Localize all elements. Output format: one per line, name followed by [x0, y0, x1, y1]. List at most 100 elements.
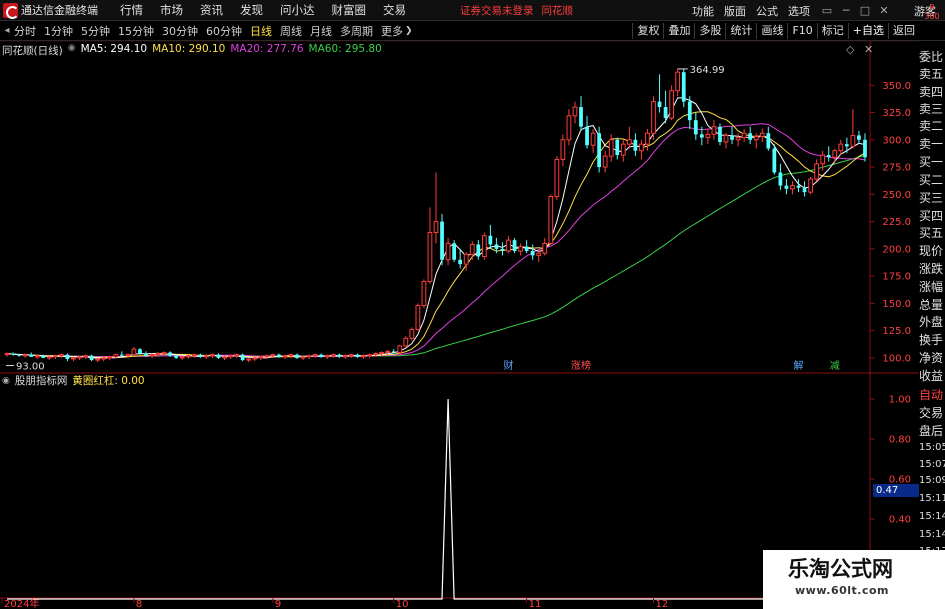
candle-body [784, 185, 789, 189]
menu-discover[interactable]: 发现 [240, 2, 263, 18]
period-15min[interactable]: 15分钟 [118, 23, 154, 39]
close-icon[interactable]: ✕ [877, 4, 891, 18]
event-marker[interactable]: 减 [830, 360, 840, 372]
candles [4, 68, 867, 363]
period-multi[interactable]: 多周期 [340, 23, 373, 39]
candle-body [433, 221, 439, 233]
event-marker[interactable]: 解 [794, 359, 804, 372]
candle-body [494, 244, 499, 249]
candle-body [179, 356, 185, 359]
menu-options[interactable]: 选项 [788, 3, 810, 19]
side-panel-item[interactable]: 外盘 [919, 314, 945, 330]
tool-back[interactable]: 返回 [888, 23, 919, 39]
side-panel-item[interactable]: 换手 [919, 332, 945, 348]
event-marker[interactable]: 财 [504, 359, 514, 372]
candle-body [452, 243, 456, 260]
menu-news[interactable]: 资讯 [200, 2, 223, 18]
menu-quotes[interactable]: 行情 [120, 2, 143, 18]
indicator-toggle-icon[interactable]: ◉ [2, 376, 10, 386]
menu-ask[interactable]: 问小达 [280, 2, 315, 18]
stock-label[interactable]: 同花顺(日线) [2, 43, 63, 58]
side-panel-item[interactable]: 交易 [919, 405, 945, 421]
price-tick-label: 150.0 [882, 299, 911, 310]
side-panel-item[interactable]: 委比 [919, 49, 945, 65]
side-panel-item[interactable]: 现价 [919, 243, 945, 259]
candle-body [342, 355, 348, 358]
side-panel-item[interactable]: 卖三 [919, 101, 945, 117]
app-title: 通达信金融终端 [21, 4, 98, 17]
period-more[interactable]: 更多 [381, 23, 403, 39]
price-tick-label: 175.0 [882, 272, 911, 283]
menu-function[interactable]: 功能 [692, 3, 714, 19]
side-panel-item[interactable]: 卖一 [919, 136, 945, 152]
side-panel-item[interactable]: 卖二 [919, 118, 945, 134]
period-5min[interactable]: 5分钟 [81, 23, 110, 39]
time-axis-label: 12 [656, 599, 669, 609]
side-panel-item[interactable]: 买五 [919, 225, 945, 241]
panel-close-icon[interactable]: ✕ [864, 43, 873, 56]
candle-body [675, 71, 681, 92]
side-panel-item[interactable]: 总量 [919, 297, 945, 313]
period-daily[interactable]: 日线 [250, 23, 272, 39]
side-panel-item[interactable]: 买一 [919, 154, 945, 170]
side-panel-item[interactable]: 卖四 [919, 84, 945, 100]
side-panel-item[interactable]: 净资 [919, 350, 945, 366]
period-monthly[interactable]: 月线 [310, 23, 332, 39]
login-notice[interactable]: 证券交易未登录 [460, 3, 534, 18]
nav-left-icon[interactable]: ◂ [0, 25, 14, 36]
trade-time: 15:14 [919, 511, 945, 522]
menu-formula[interactable]: 公式 [756, 3, 778, 19]
minimize-icon[interactable]: ─ [839, 4, 853, 18]
tool-f10[interactable]: F10 [787, 23, 816, 39]
settings-icon[interactable]: ◇ [846, 43, 854, 56]
app-logo-icon [3, 2, 19, 19]
indicator-source[interactable]: 股朋指标网 [15, 373, 68, 388]
candle-body [34, 355, 40, 358]
period-tick[interactable]: 分时 [14, 23, 36, 39]
candle-body [524, 246, 529, 252]
brand-link[interactable]: 同花顺 [542, 3, 574, 18]
side-panel-item[interactable]: 买二 [919, 172, 945, 188]
candle-body [778, 172, 783, 186]
tool-adjust[interactable]: 复权 [632, 23, 663, 39]
candle-body [415, 305, 421, 331]
side-panel-item[interactable]: 卖五 [919, 66, 945, 82]
event-marker[interactable]: 涨榜 [571, 359, 591, 372]
maximize-icon[interactable]: □ [858, 4, 872, 18]
side-panel-item[interactable]: 涨幅 [919, 279, 945, 295]
scale-corner[interactable]: R 300 [919, 0, 945, 41]
menu-market[interactable]: 市场 [160, 2, 183, 18]
menu-trade[interactable]: 交易 [383, 2, 406, 18]
period-weekly[interactable]: 周线 [280, 23, 302, 39]
tool-overlay[interactable]: 叠加 [663, 23, 694, 39]
tool-multi-stock[interactable]: 多股 [694, 23, 725, 39]
period-1min[interactable]: 1分钟 [44, 23, 73, 39]
candle-body [427, 231, 433, 283]
trade-time: 15:14 [919, 529, 945, 540]
candle-body [89, 355, 94, 361]
candle-body [626, 139, 632, 145]
chart-canvas[interactable]: 100.0 125.0 150.0 175.0 200.0 225.0 250.0 275.0… [0, 41, 919, 609]
candle-body [379, 351, 384, 355]
menu-layout[interactable]: 版面 [724, 3, 746, 19]
period-30min[interactable]: 30分钟 [162, 23, 198, 39]
side-panel-item[interactable]: 自动 [919, 387, 945, 403]
side-panel-item[interactable]: 盘后 [919, 423, 945, 439]
more-arrow-icon[interactable]: ❯ [405, 26, 413, 36]
candle-body [820, 154, 826, 165]
period-60min[interactable]: 60分钟 [206, 23, 242, 39]
tool-stats[interactable]: 统计 [725, 23, 756, 39]
tool-add-watchlist[interactable]: +自选 [847, 23, 888, 39]
trade-time: 15:11 [919, 493, 945, 504]
side-panel-item[interactable]: 买四 [919, 208, 945, 224]
ma20-label: MA20: 277.76 [230, 43, 304, 55]
menu-wealth[interactable]: 财富圈 [332, 2, 367, 18]
tool-draw[interactable]: 画线 [756, 23, 787, 39]
side-panel-item[interactable]: 收益 [919, 368, 945, 384]
tool-mark[interactable]: 标记 [816, 23, 848, 39]
side-panel-item[interactable]: 涨跌 [919, 261, 945, 277]
candle-body [863, 139, 867, 158]
time-axis-label: 2024年 [4, 597, 39, 609]
side-panel-item[interactable]: 买三 [919, 190, 945, 206]
screen-icon[interactable]: ▭ [820, 4, 834, 18]
